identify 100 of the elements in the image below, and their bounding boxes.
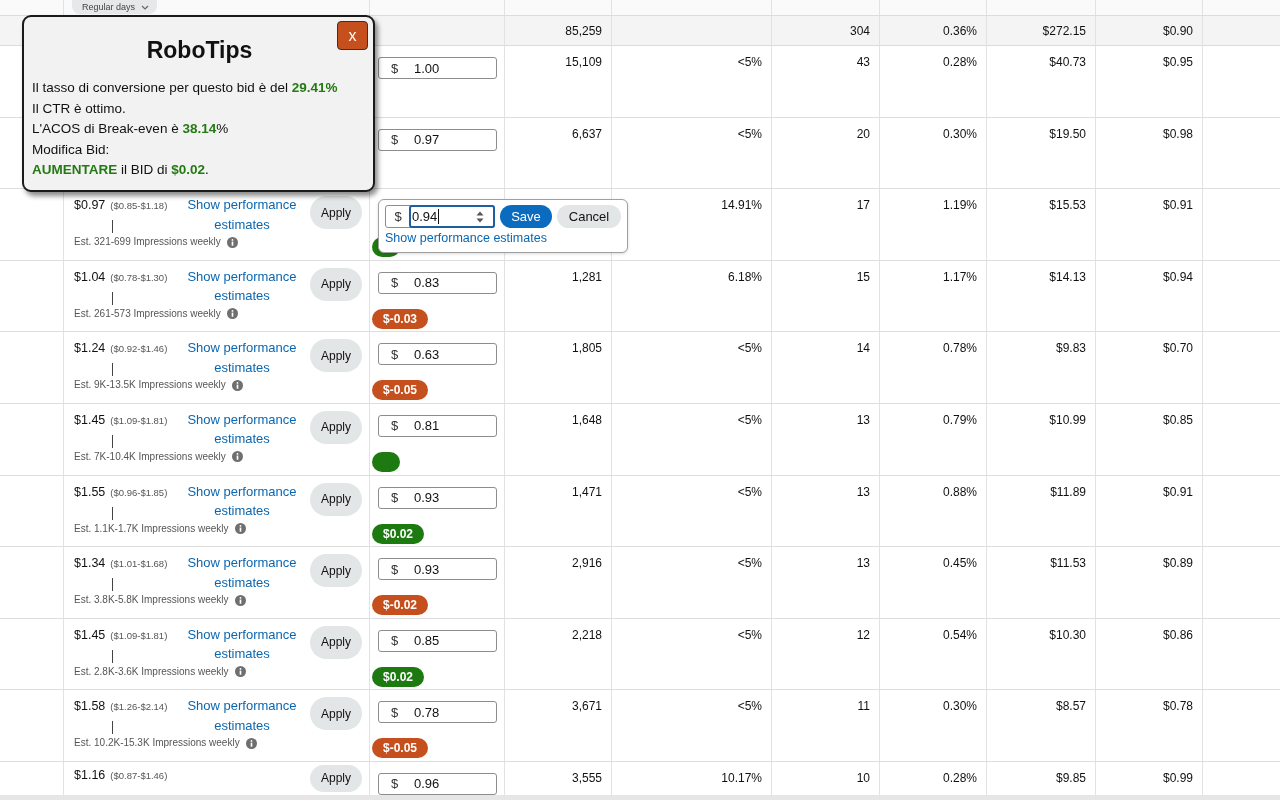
table-value: $40.73 xyxy=(1049,55,1086,69)
filter-chip[interactable]: Regular days xyxy=(72,0,158,14)
suggested-bid: $1.45 xyxy=(74,411,106,429)
tip-text: Il CTR è ottimo. xyxy=(32,99,126,118)
table-value: $0.70 xyxy=(1162,341,1193,356)
table-value: $0.98 xyxy=(1162,126,1193,141)
tip-text: AUMENTARE il BID di $0.02. xyxy=(32,161,209,179)
apply-button[interactable]: Apply xyxy=(310,764,362,792)
bid-input[interactable]: $ 0.93 xyxy=(378,558,497,581)
table-value: $0.86 xyxy=(1162,627,1193,642)
bid-input[interactable]: $ 0.63 xyxy=(378,343,497,366)
bid-range: ($0.92-$1.46) xyxy=(110,342,168,357)
impressions-estimate: Est. 10.2K-15.3K Impressions weekly xyxy=(74,736,240,751)
bid-input[interactable]: $ 0.85 xyxy=(378,629,497,652)
suggested-bid: $1.16 xyxy=(74,766,106,784)
text-cursor-icon xyxy=(438,209,440,225)
bid-input[interactable]: $ 0.96 xyxy=(378,772,497,795)
table-value: 2,916 xyxy=(571,556,602,571)
table-value: 0.78% xyxy=(942,341,977,356)
close-button[interactable]: x xyxy=(337,21,368,50)
tip-text: L'ACOS di Break-even è 38.14% xyxy=(32,120,229,138)
table-value: <5% xyxy=(737,55,762,69)
impressions-estimate: Est. 321-699 Impressions weekly xyxy=(74,235,221,250)
performance-link[interactable]: Show performance estimates xyxy=(183,195,301,235)
suggested-bid: $1.58 xyxy=(74,698,106,716)
total-value: $0.90 xyxy=(1162,23,1193,38)
bid-input[interactable]: $ 0.78 xyxy=(378,701,497,724)
table-value: $10.99 xyxy=(1049,412,1086,427)
bid-change-badge: $0.02 xyxy=(372,666,425,687)
bid-range: ($0.96-$1.85) xyxy=(110,485,168,500)
table-value: $14.13 xyxy=(1049,269,1086,284)
total-value: 0.36% xyxy=(942,23,977,38)
apply-button[interactable]: Apply xyxy=(310,196,362,230)
table-value: $15.53 xyxy=(1049,198,1086,213)
table-value: $0.94 xyxy=(1162,269,1193,284)
performance-link[interactable]: Show performance estimates xyxy=(183,481,301,521)
bid-change-badge: $-0.05 xyxy=(372,380,429,401)
table-value: $10.30 xyxy=(1049,627,1086,642)
save-button[interactable]: Save xyxy=(500,205,552,229)
info-icon xyxy=(226,308,238,320)
bid-range: ($1.26-$2.14) xyxy=(110,700,168,715)
table-value: 0.30% xyxy=(942,699,977,714)
table-value: $0.89 xyxy=(1162,556,1193,571)
performance-link[interactable]: Show performance estimates xyxy=(183,409,301,449)
apply-button[interactable]: Apply xyxy=(310,410,362,444)
cancel-button[interactable]: Cancel xyxy=(557,205,621,229)
table-value: 6,637 xyxy=(571,126,602,141)
impressions-estimate: Est. 3.8K-5.8K Impressions weekly xyxy=(74,593,229,608)
bid-input[interactable]: $ 1.00 xyxy=(378,57,497,79)
table-value: <5% xyxy=(737,556,762,571)
apply-button[interactable]: Apply xyxy=(310,625,362,659)
bid-input[interactable]: $ 0.93 xyxy=(378,486,497,509)
table-value: $0.78 xyxy=(1162,699,1193,714)
bid-input[interactable]: $ 0.97 xyxy=(378,128,497,151)
table-value: $0.85 xyxy=(1162,412,1193,427)
info-icon xyxy=(231,451,243,463)
performance-link[interactable]: Show performance estimates xyxy=(183,624,301,664)
performance-link[interactable]: Show performance estimates xyxy=(183,696,301,736)
info-icon xyxy=(245,737,257,749)
apply-button[interactable]: Apply xyxy=(310,554,362,588)
spinner-icon[interactable] xyxy=(476,210,484,223)
performance-link[interactable]: Show performance estimates xyxy=(385,230,547,247)
info-icon xyxy=(234,666,246,678)
table-value: 3,555 xyxy=(571,770,602,785)
performance-link[interactable]: Show performance estimates xyxy=(183,553,301,593)
bid-input[interactable]: $ 0.81 xyxy=(378,414,497,437)
table-value: 0.45% xyxy=(942,556,977,571)
suggested-bid: $1.45 xyxy=(74,626,106,644)
bid-input[interactable]: $ 0.94 xyxy=(385,205,495,229)
table-value: 17 xyxy=(856,198,870,213)
table-value: 13 xyxy=(856,556,870,571)
table-value: 20 xyxy=(856,126,870,141)
suggested-bid: $1.04 xyxy=(74,268,106,286)
total-value: $272.15 xyxy=(1042,23,1086,38)
table-value: $19.50 xyxy=(1049,126,1086,141)
info-icon xyxy=(226,236,238,248)
bid-change-badge: $-0.05 xyxy=(372,738,429,759)
caret-icon xyxy=(141,4,150,10)
bid-range: ($1.09-$1.81) xyxy=(110,628,168,643)
bid-input[interactable]: $ 0.83 xyxy=(378,271,497,294)
info-icon xyxy=(231,379,243,391)
performance-link[interactable]: Show performance estimates xyxy=(183,338,301,378)
apply-button[interactable]: Apply xyxy=(310,482,362,516)
table-value: 1,648 xyxy=(571,412,602,427)
table-value: <5% xyxy=(737,341,762,356)
table-value: 0.28% xyxy=(942,770,977,785)
total-value: 85,259 xyxy=(565,23,602,38)
table-value: 6.18% xyxy=(727,269,762,284)
apply-button[interactable]: Apply xyxy=(310,697,362,731)
suggested-bid: $1.55 xyxy=(74,483,106,501)
info-icon xyxy=(234,523,246,535)
table-value: $0.95 xyxy=(1162,55,1193,69)
apply-button[interactable]: Apply xyxy=(310,339,362,373)
table-value: 43 xyxy=(856,55,870,69)
table-value: 0.28% xyxy=(942,55,977,69)
table-value: 0.79% xyxy=(942,412,977,427)
performance-link[interactable]: Show performance estimates xyxy=(183,266,301,306)
table-value: $0.91 xyxy=(1162,484,1193,499)
apply-button[interactable]: Apply xyxy=(310,267,362,301)
horizontal-scrollbar[interactable] xyxy=(0,794,1280,800)
